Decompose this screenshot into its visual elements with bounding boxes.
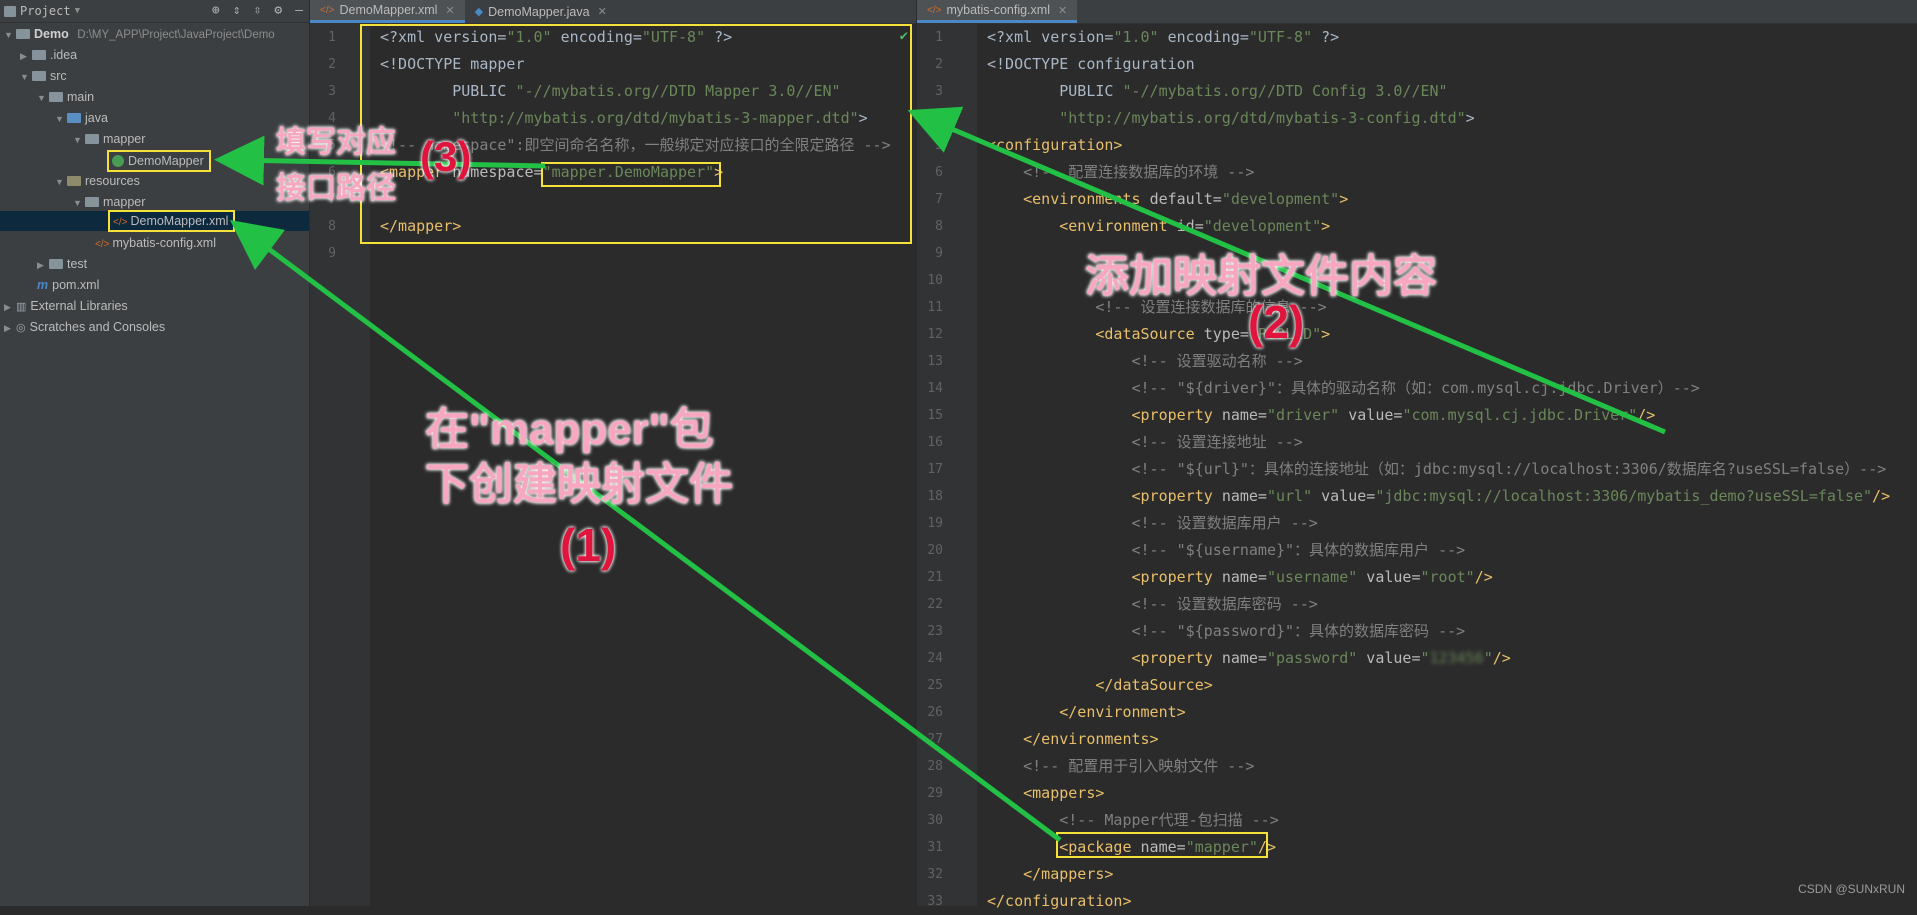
step1-label-line2: 下创建映射文件 <box>425 460 733 509</box>
step3-number: (3) <box>420 133 472 180</box>
step3-label-line1: 填写对应 <box>276 126 396 159</box>
arrow-1 <box>229 220 1062 843</box>
step2-number: (2) <box>1248 296 1305 348</box>
watermark: CSDN @SUNxRUN <box>1798 882 1905 896</box>
step1-number: (1) <box>560 519 617 571</box>
step3-label-line2: 接口路径 <box>276 172 396 205</box>
